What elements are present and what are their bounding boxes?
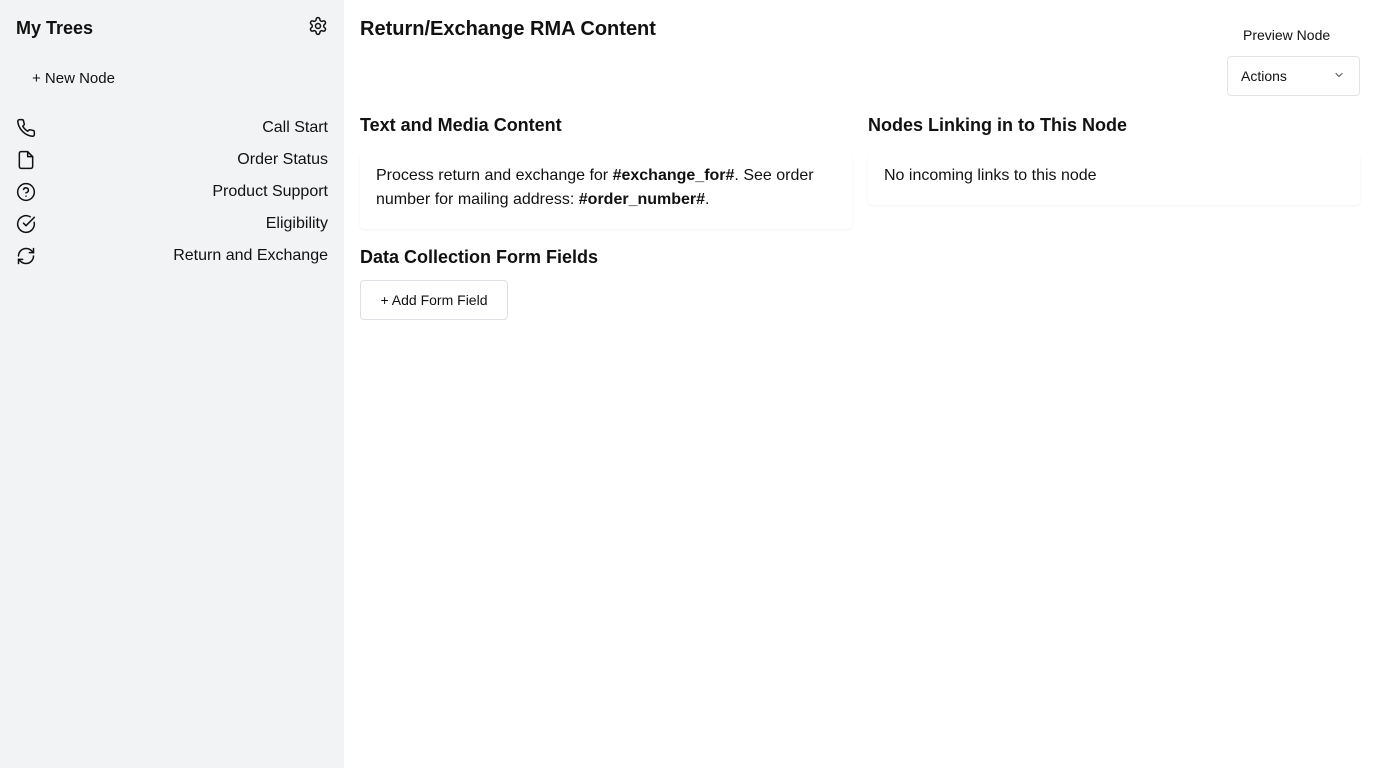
- sidebar: My Trees + New Node Call Start Order Sta…: [0, 0, 344, 768]
- check-circle-icon: [16, 214, 36, 234]
- new-node-button[interactable]: + New Node: [32, 70, 115, 87]
- chevron-down-icon: [1333, 68, 1345, 84]
- question-circle-icon: [16, 182, 36, 202]
- content-text-suffix: .: [705, 191, 710, 208]
- refresh-icon: [16, 246, 36, 266]
- sidebar-item-eligibility[interactable]: Eligibility: [16, 212, 328, 236]
- sidebar-item-label: Call Start: [262, 119, 328, 136]
- sidebar-item-label: Eligibility: [265, 215, 328, 232]
- actions-dropdown[interactable]: Actions: [1227, 56, 1360, 96]
- incoming-links-heading: Nodes Linking in to This Node: [868, 115, 1127, 135]
- variable-order-number: #order_number#: [578, 191, 706, 208]
- page-title: Return/Exchange RMA Content: [360, 18, 656, 40]
- add-form-field-button[interactable]: + Add Form Field: [360, 280, 508, 320]
- form-fields-heading: Data Collection Form Fields: [360, 247, 599, 267]
- content-card[interactable]: Process return and exchange for #exchang…: [360, 152, 852, 229]
- content-heading: Text and Media Content: [360, 115, 562, 135]
- incoming-links-empty-text: No incoming links to this node: [884, 167, 1097, 184]
- phone-icon: [16, 118, 36, 138]
- content-text-prefix: Process return and exchange for: [376, 167, 613, 184]
- sidebar-item-label: Return and Exchange: [173, 247, 328, 264]
- actions-label: Actions: [1241, 68, 1287, 84]
- sidebar-item-order-status[interactable]: Order Status: [16, 148, 328, 172]
- sidebar-item-label: Order Status: [237, 151, 328, 168]
- sidebar-item-call-start[interactable]: Call Start: [16, 116, 328, 140]
- variable-exchange-for: #exchange_for#: [612, 167, 735, 184]
- incoming-links-card: No incoming links to this node: [868, 152, 1360, 205]
- document-icon: [16, 150, 36, 170]
- preview-node-button[interactable]: Preview Node: [1243, 27, 1330, 43]
- gear-icon[interactable]: [307, 15, 329, 37]
- sidebar-title: My Trees: [16, 18, 94, 38]
- sidebar-item-product-support[interactable]: Product Support: [16, 180, 328, 204]
- sidebar-item-return-and-exchange[interactable]: Return and Exchange: [16, 244, 328, 268]
- sidebar-item-label: Product Support: [212, 183, 328, 200]
